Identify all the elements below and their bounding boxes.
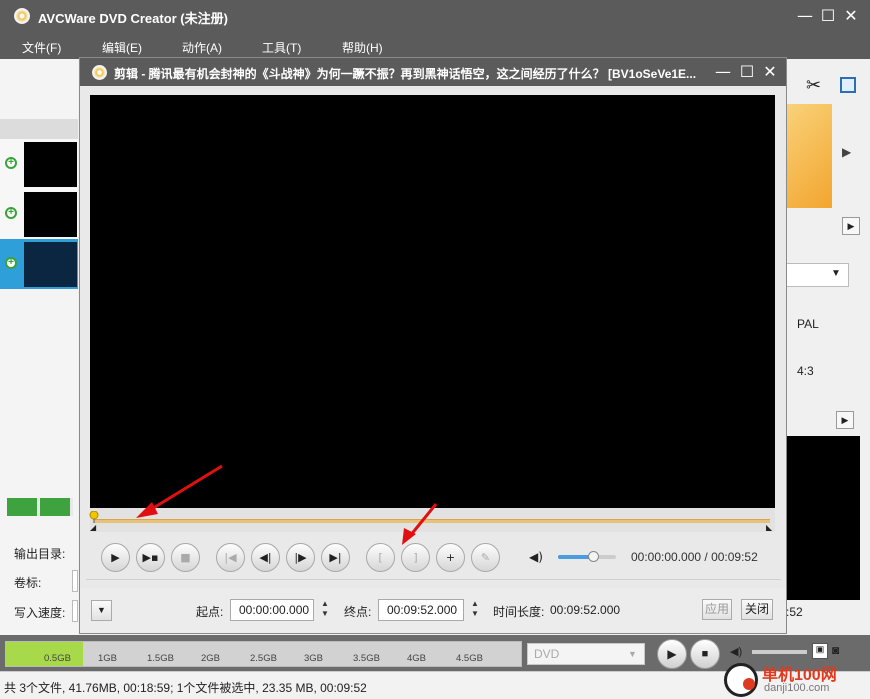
tick-label: 2.5GB [250, 653, 277, 664]
tick-label: 4.5GB [456, 653, 483, 664]
main-stop-button[interactable]: ■ [690, 639, 720, 669]
tick-label: 1.5GB [147, 653, 174, 664]
snapshot-icon[interactable]: ▣ [812, 643, 828, 659]
tick-label: 2GB [201, 653, 221, 664]
main-volume-slider[interactable] [752, 650, 807, 654]
format-value: DVD [534, 647, 560, 661]
arrow-seek [149, 464, 223, 512]
main-play-button[interactable]: ▶ [657, 639, 687, 669]
annotation-arrows [136, 464, 438, 545]
main-speaker-icon[interactable]: ◀) [730, 645, 742, 658]
tick-label: 0.5GB [44, 653, 71, 664]
tick-label: 4GB [407, 653, 427, 664]
watermark-dot [743, 678, 755, 690]
watermark-icon [724, 663, 758, 697]
camera-icon[interactable]: ◙ [832, 643, 839, 657]
arrowhead-seek [136, 502, 158, 518]
format-select[interactable]: DVD ▼ [527, 643, 645, 665]
status-text: 共 3个文件, 41.76MB, 00:18:59; 1个文件被选中, 23.3… [4, 681, 367, 695]
chevron-down-icon: ▼ [628, 649, 637, 659]
arrow-buttons [408, 503, 438, 537]
tick-label: 1GB [98, 653, 118, 664]
watermark-logo: 单机100网 danji100.com [722, 660, 870, 699]
tick-label: 3GB [304, 653, 324, 664]
watermark-url: danji100.com [764, 682, 830, 694]
tick-label: 3.5GB [353, 653, 380, 664]
disk-usage-bar: 0.5GB 1GB 1.5GB 2GB 2.5GB 3GB 3.5GB 4GB … [5, 641, 522, 667]
